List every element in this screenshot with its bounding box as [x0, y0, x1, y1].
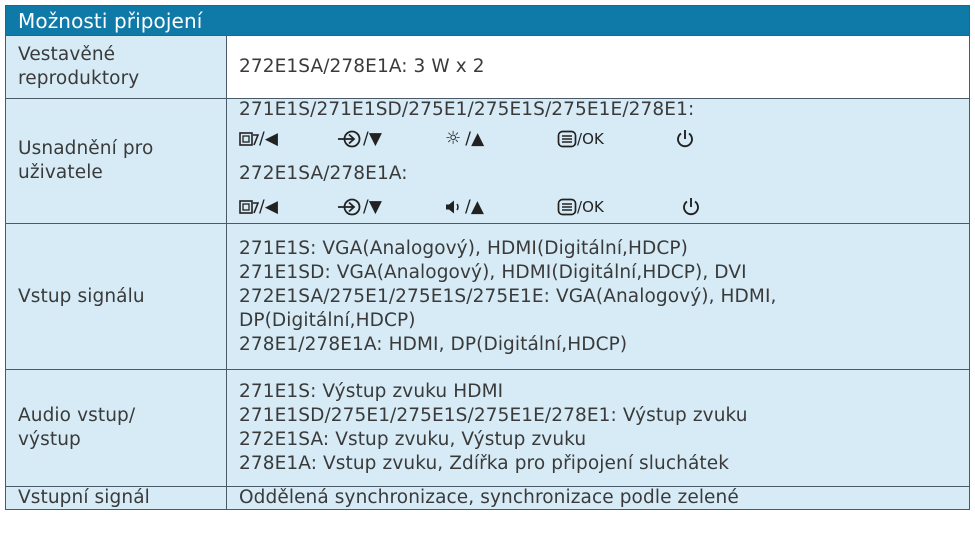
menu-icon: [557, 130, 577, 148]
row-label: Vstupní signál: [5, 486, 227, 510]
value-line: 271E1SD: VGA(Analogový), HDMI(Digitální,…: [239, 261, 747, 283]
value-line: DP(Digitální,HDCP): [239, 309, 416, 331]
control-input: /▼: [337, 127, 445, 151]
row-input-signal: Vstupní signál Oddělená synchronizace, s…: [5, 486, 970, 510]
row-value: 271E1S: VGA(Analogový), HDMI(Digitální,H…: [226, 223, 970, 370]
row-usability: Usnadnění pro uživatele 271E1S/271E1SD/2…: [5, 98, 970, 224]
control-label: /◀: [259, 129, 279, 149]
table-header: Možnosti připojení: [5, 5, 970, 36]
power-icon: [677, 130, 693, 148]
value-line: 272E1SA/275E1/275E1S/275E1E: VGA(Analogo…: [239, 285, 777, 307]
input-icon: [338, 198, 361, 216]
control-menu: /OK: [557, 127, 675, 151]
value-line: 271E1S: VGA(Analogový), HDMI(Digitální,H…: [239, 237, 688, 259]
control-label: /OK: [577, 130, 604, 148]
label-line: uživatele: [18, 162, 103, 183]
value-line: 272E1SA: Vstup zvuku, Výstup zvuku: [239, 429, 587, 450]
row-label: Vstup signálu: [5, 223, 227, 370]
control-input: /▼: [337, 195, 445, 219]
row-signal-input: Vstup signálu 271E1S: VGA(Analogový), HD…: [5, 223, 970, 370]
smartimage-icon: [239, 200, 259, 214]
control-label: /▲: [465, 129, 485, 149]
volume-icon: [446, 200, 459, 214]
control-label: /▼: [363, 197, 383, 217]
control-label: /▲: [465, 197, 485, 217]
controls-row: /◀ /▼ /▲ /OK: [239, 192, 969, 222]
value-line: 278E1A: Vstup zvuku, Zdířka pro připojen…: [239, 453, 730, 474]
control-label: /▼: [363, 129, 383, 149]
label-line: reproduktory: [18, 68, 140, 89]
control-power: [675, 129, 695, 149]
row-value: 272E1SA/278E1A: 3 W x 2: [226, 35, 970, 99]
value-line: 271E1SD/275E1/275E1S/275E1E/278E1: Výstu…: [239, 405, 748, 426]
control-volume: /▲: [445, 195, 557, 219]
controls-row: /◀ /▼ ☼ /▲ /OK: [239, 124, 969, 154]
control-smartimage: /◀: [239, 195, 337, 219]
row-speakers: Vestavěné reproduktory 272E1SA/278E1A: 3…: [5, 35, 970, 99]
model-line: 272E1SA/278E1A:: [239, 163, 408, 184]
control-smartimage: /◀: [239, 127, 337, 151]
row-value: 271E1S: Výstup zvuku HDMI 271E1SD/275E1/…: [226, 369, 970, 487]
value-line: 271E1S: Výstup zvuku HDMI: [239, 381, 504, 402]
label-line: Audio vstup/: [18, 405, 136, 426]
table-header-row: Možnosti připojení: [5, 5, 970, 36]
model-line: 271E1S/271E1SD/275E1/275E1S/275E1E/278E1…: [239, 99, 695, 120]
menu-icon: [557, 198, 577, 216]
row-audio: Audio vstup/ výstup 271E1S: Výstup zvuku…: [5, 369, 970, 487]
control-label: /◀: [259, 197, 279, 217]
label-line: výstup: [18, 429, 81, 450]
brightness-icon: ☼: [445, 128, 462, 149]
row-label: Audio vstup/ výstup: [5, 369, 227, 487]
row-value: 271E1S/271E1SD/275E1/275E1S/275E1E/278E1…: [226, 98, 970, 224]
power-icon: [683, 198, 699, 216]
label-line: Usnadnění pro: [18, 138, 154, 159]
smartimage-icon: [239, 132, 259, 146]
control-brightness: ☼ /▲: [445, 127, 557, 151]
label-line: Vestavěné: [18, 44, 116, 65]
input-icon: [338, 130, 361, 148]
control-label: /OK: [577, 198, 604, 216]
value-line: 278E1/278E1A: HDMI, DP(Digitální,HDCP): [239, 333, 628, 355]
control-power: [681, 197, 701, 217]
row-label: Usnadnění pro uživatele: [5, 98, 227, 224]
row-label: Vestavěné reproduktory: [5, 35, 227, 99]
control-menu: /OK: [557, 195, 681, 219]
row-value: Oddělená synchronizace, synchronizace po…: [226, 486, 970, 510]
spec-table: Možnosti připojení Vestavěné reproduktor…: [5, 5, 970, 510]
